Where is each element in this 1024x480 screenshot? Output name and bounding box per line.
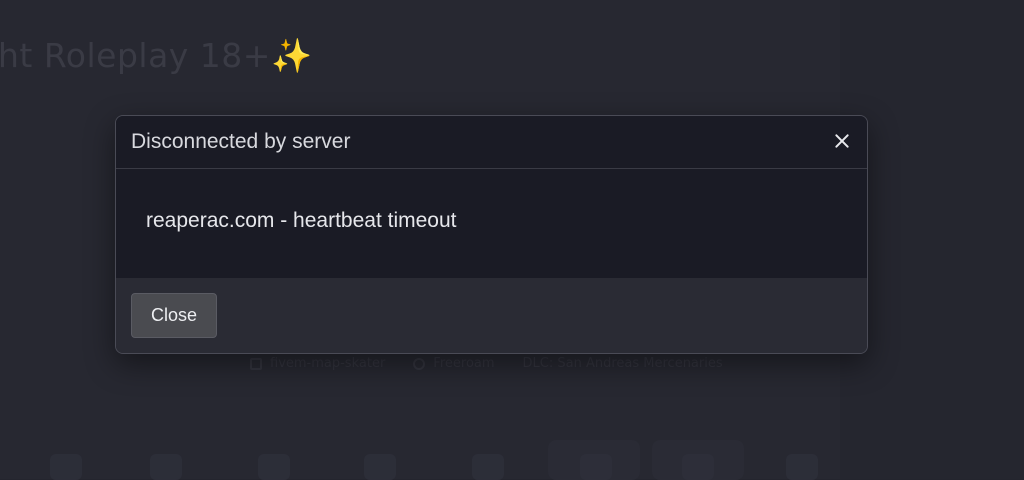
resource-logo [682,454,714,480]
dialog-header: Disconnected by server [116,116,867,169]
disconnect-dialog: Disconnected by server reaperac.com - he… [115,115,868,354]
map-icon [250,357,262,370]
close-button[interactable]: Close [131,293,217,338]
resource-logo [258,454,290,480]
dialog-message: reaperac.com - heartbeat timeout [146,209,457,232]
map-meta: fivem-map-skater [250,356,385,371]
dlc-meta: DLC: San Andreas Mercenaries [522,356,723,371]
close-icon[interactable] [831,130,853,152]
dialog-body: reaperac.com - heartbeat timeout [116,169,867,278]
gametype-meta: Freeroam [413,356,495,371]
resource-logo [472,454,504,480]
server-meta: fivem-map-skater Freeroam DLC: San Andre… [250,356,723,371]
resource-logo [50,454,82,480]
resource-logos [40,440,840,480]
server-title: ht Roleplay 18+✨ [0,36,313,75]
gamepad-icon [413,357,426,370]
resource-logo [786,454,818,480]
resource-logo [580,454,612,480]
dialog-footer: Close [116,278,867,353]
resource-logo [364,454,396,480]
dialog-title: Disconnected by server [131,130,351,153]
resource-logo [150,454,182,480]
sparkle-emoji: ✨ [270,36,313,75]
